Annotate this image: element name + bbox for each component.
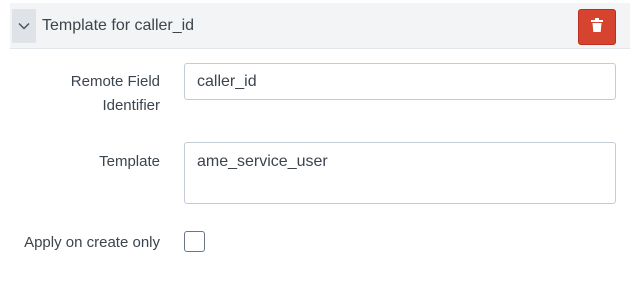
- trash-icon: [591, 17, 603, 37]
- template-textarea[interactable]: ame_service_user: [184, 142, 616, 204]
- panel-title: Template for caller_id: [42, 17, 195, 34]
- apply-on-create-label: Apply on create only: [24, 234, 160, 251]
- template-label: Template: [99, 153, 160, 170]
- template-panel-header: Template for caller_id: [10, 3, 630, 49]
- remote-field-input[interactable]: [184, 63, 616, 100]
- apply-on-create-checkbox[interactable]: [184, 231, 205, 252]
- remote-field-label: Remote Field Identifier: [70, 73, 160, 114]
- delete-template-button[interactable]: [578, 9, 616, 45]
- collapse-toggle-button[interactable]: [12, 9, 36, 43]
- chevron-down-icon: [18, 22, 30, 30]
